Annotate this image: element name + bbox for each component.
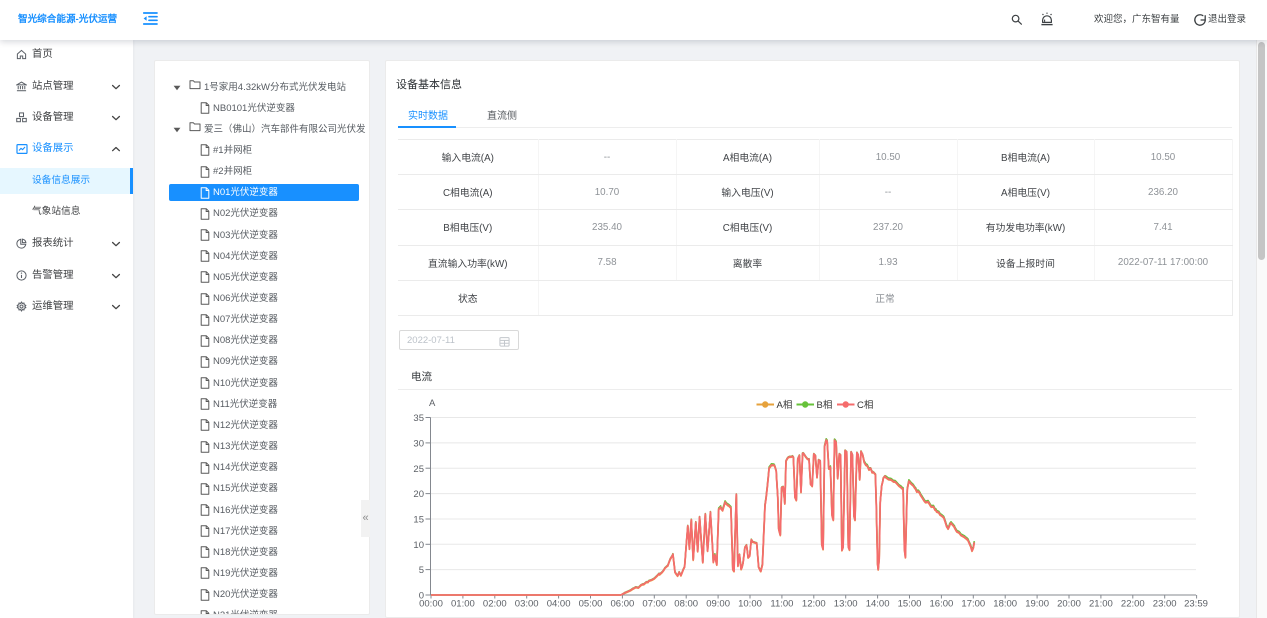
svg-text:03:00: 03:00 xyxy=(515,599,539,610)
svg-text:15:00: 15:00 xyxy=(898,599,922,610)
svg-text:C相: C相 xyxy=(857,399,873,411)
svg-text:06:00: 06:00 xyxy=(611,599,635,610)
svg-text:23:59: 23:59 xyxy=(1184,599,1208,610)
svg-text:00:00: 00:00 xyxy=(419,599,443,610)
svg-text:23:00: 23:00 xyxy=(1153,599,1177,610)
svg-text:22:00: 22:00 xyxy=(1121,599,1145,610)
svg-text:14:00: 14:00 xyxy=(866,599,890,610)
svg-text:25: 25 xyxy=(413,464,424,475)
svg-text:01:00: 01:00 xyxy=(451,599,475,610)
svg-text:19:00: 19:00 xyxy=(1025,599,1049,610)
svg-text:12:00: 12:00 xyxy=(802,599,826,610)
svg-text:05:00: 05:00 xyxy=(579,599,603,610)
svg-text:04:00: 04:00 xyxy=(547,599,571,610)
svg-text:18:00: 18:00 xyxy=(993,599,1017,610)
svg-text:16:00: 16:00 xyxy=(930,599,954,610)
svg-text:07:00: 07:00 xyxy=(642,599,666,610)
svg-text:A: A xyxy=(429,398,436,409)
svg-text:20:00: 20:00 xyxy=(1057,599,1081,610)
svg-text:08:00: 08:00 xyxy=(674,599,698,610)
svg-text:5: 5 xyxy=(419,565,424,576)
svg-text:A相: A相 xyxy=(777,399,793,411)
svg-text:13:00: 13:00 xyxy=(834,599,858,610)
svg-text:35: 35 xyxy=(413,413,424,424)
svg-text:17:00: 17:00 xyxy=(961,599,985,610)
svg-text:11:00: 11:00 xyxy=(770,599,793,610)
svg-text:09:00: 09:00 xyxy=(706,599,730,610)
svg-text:20: 20 xyxy=(413,489,424,500)
svg-text:21:00: 21:00 xyxy=(1089,599,1113,610)
svg-text:10:00: 10:00 xyxy=(738,599,762,610)
svg-text:10: 10 xyxy=(413,540,424,551)
svg-text:02:00: 02:00 xyxy=(483,599,507,610)
svg-text:15: 15 xyxy=(413,515,424,526)
svg-text:30: 30 xyxy=(413,438,424,449)
svg-text:B相: B相 xyxy=(817,399,833,411)
